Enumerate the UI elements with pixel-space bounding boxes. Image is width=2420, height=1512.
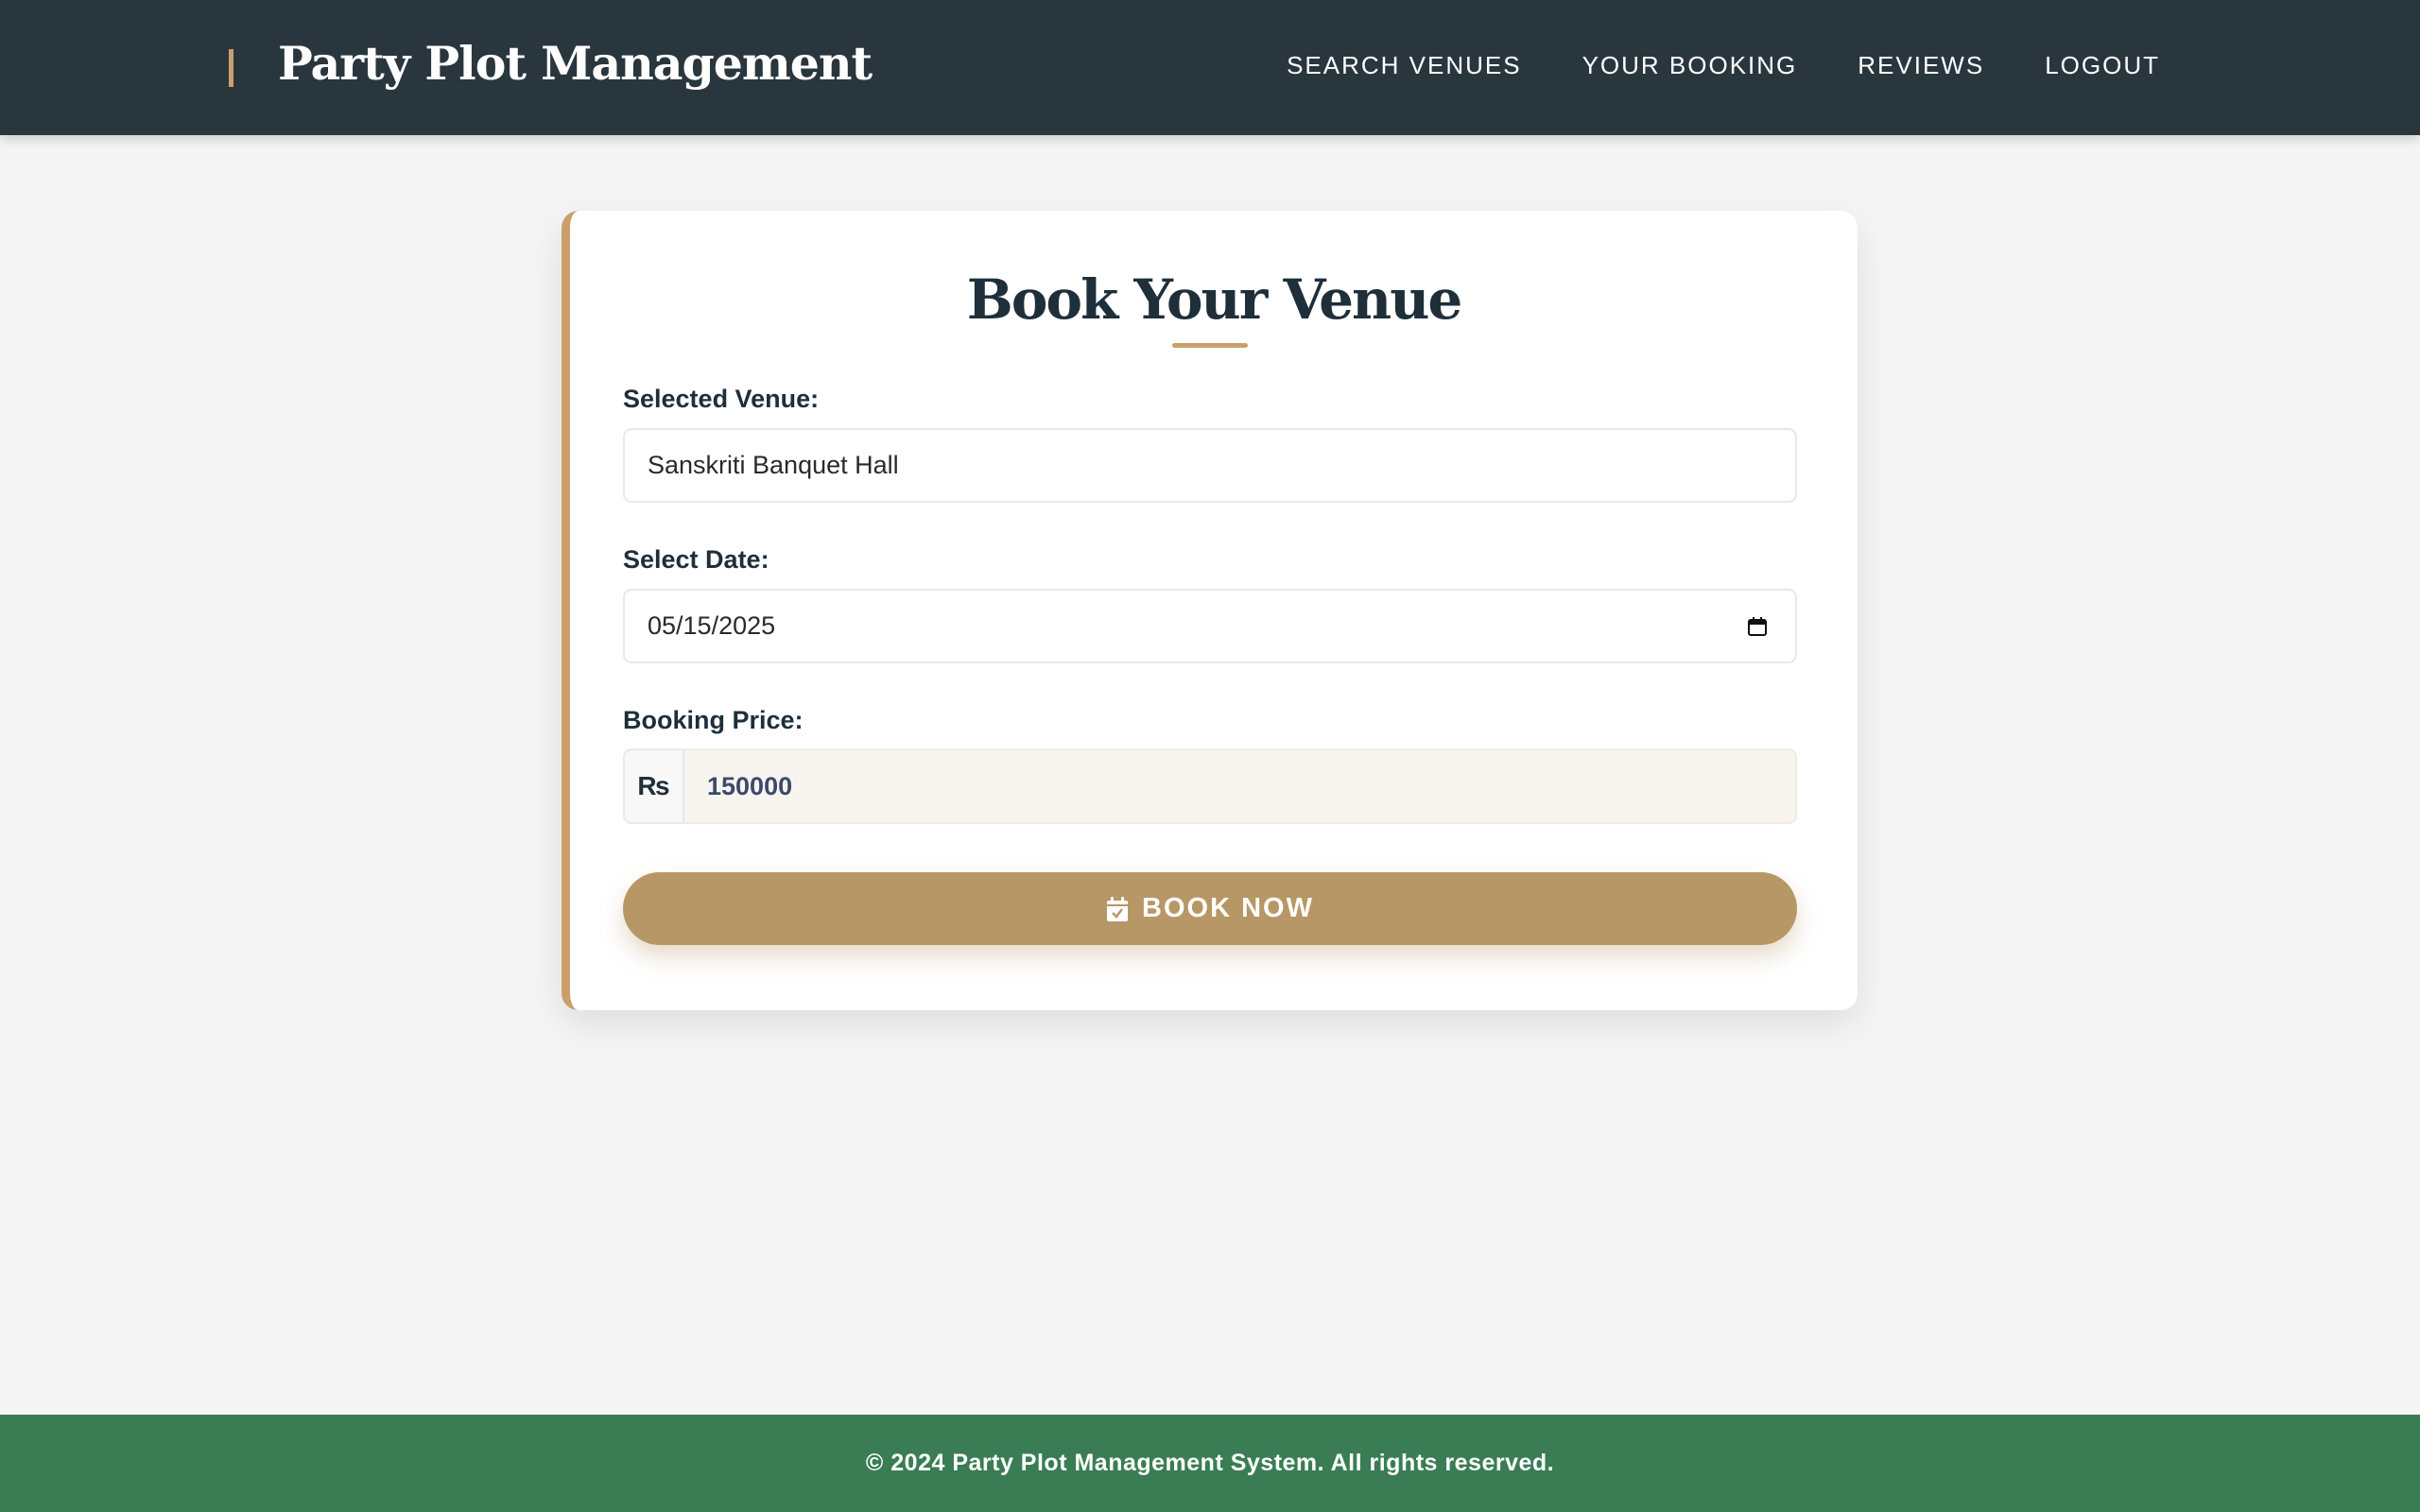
calendar-icon[interactable] xyxy=(1746,615,1769,638)
book-now-label: BOOK NOW xyxy=(1142,893,1314,923)
nav-reviews[interactable]: REVIEWS xyxy=(1858,51,1984,80)
date-label: Select Date: xyxy=(623,545,769,574)
nav-search-venues[interactable]: SEARCH VENUES xyxy=(1287,51,1522,80)
navbar: Party Plot Management SEARCH VENUES YOUR… xyxy=(0,0,2420,135)
venue-label: Selected Venue: xyxy=(623,385,820,413)
footer-copyright: © 2024 Party Plot Management System. All… xyxy=(865,1450,1555,1476)
book-now-button[interactable]: BOOK NOW xyxy=(623,872,1797,945)
venue-value: Sanskriti Banquet Hall xyxy=(648,451,899,479)
date-value: 05/15/2025 xyxy=(648,611,776,640)
venue-field[interactable]: Sanskriti Banquet Hall xyxy=(623,428,1797,503)
price-value: 150000 xyxy=(707,771,793,800)
footer: © 2024 Party Plot Management System. All… xyxy=(0,1415,2420,1512)
nav-your-booking[interactable]: YOUR BOOKING xyxy=(1582,51,1798,80)
price-input-group: ₨ 150000 xyxy=(623,748,1797,824)
calendar-check-icon xyxy=(1107,896,1129,921)
brand-accent-bar xyxy=(229,49,233,87)
brand-title[interactable]: Party Plot Management xyxy=(278,36,873,91)
title-underline xyxy=(1172,343,1248,348)
nav-menu: SEARCH VENUES YOUR BOOKING REVIEWS LOGOU… xyxy=(1287,51,2160,80)
page-title: Book Your Venue xyxy=(966,267,1463,332)
price-field[interactable]: 150000 xyxy=(683,748,1797,824)
date-field[interactable]: 05/15/2025 xyxy=(623,589,1797,663)
nav-logout[interactable]: LOGOUT xyxy=(2045,51,2160,80)
currency-addon: ₨ xyxy=(623,748,683,824)
price-label: Booking Price: xyxy=(623,706,804,734)
